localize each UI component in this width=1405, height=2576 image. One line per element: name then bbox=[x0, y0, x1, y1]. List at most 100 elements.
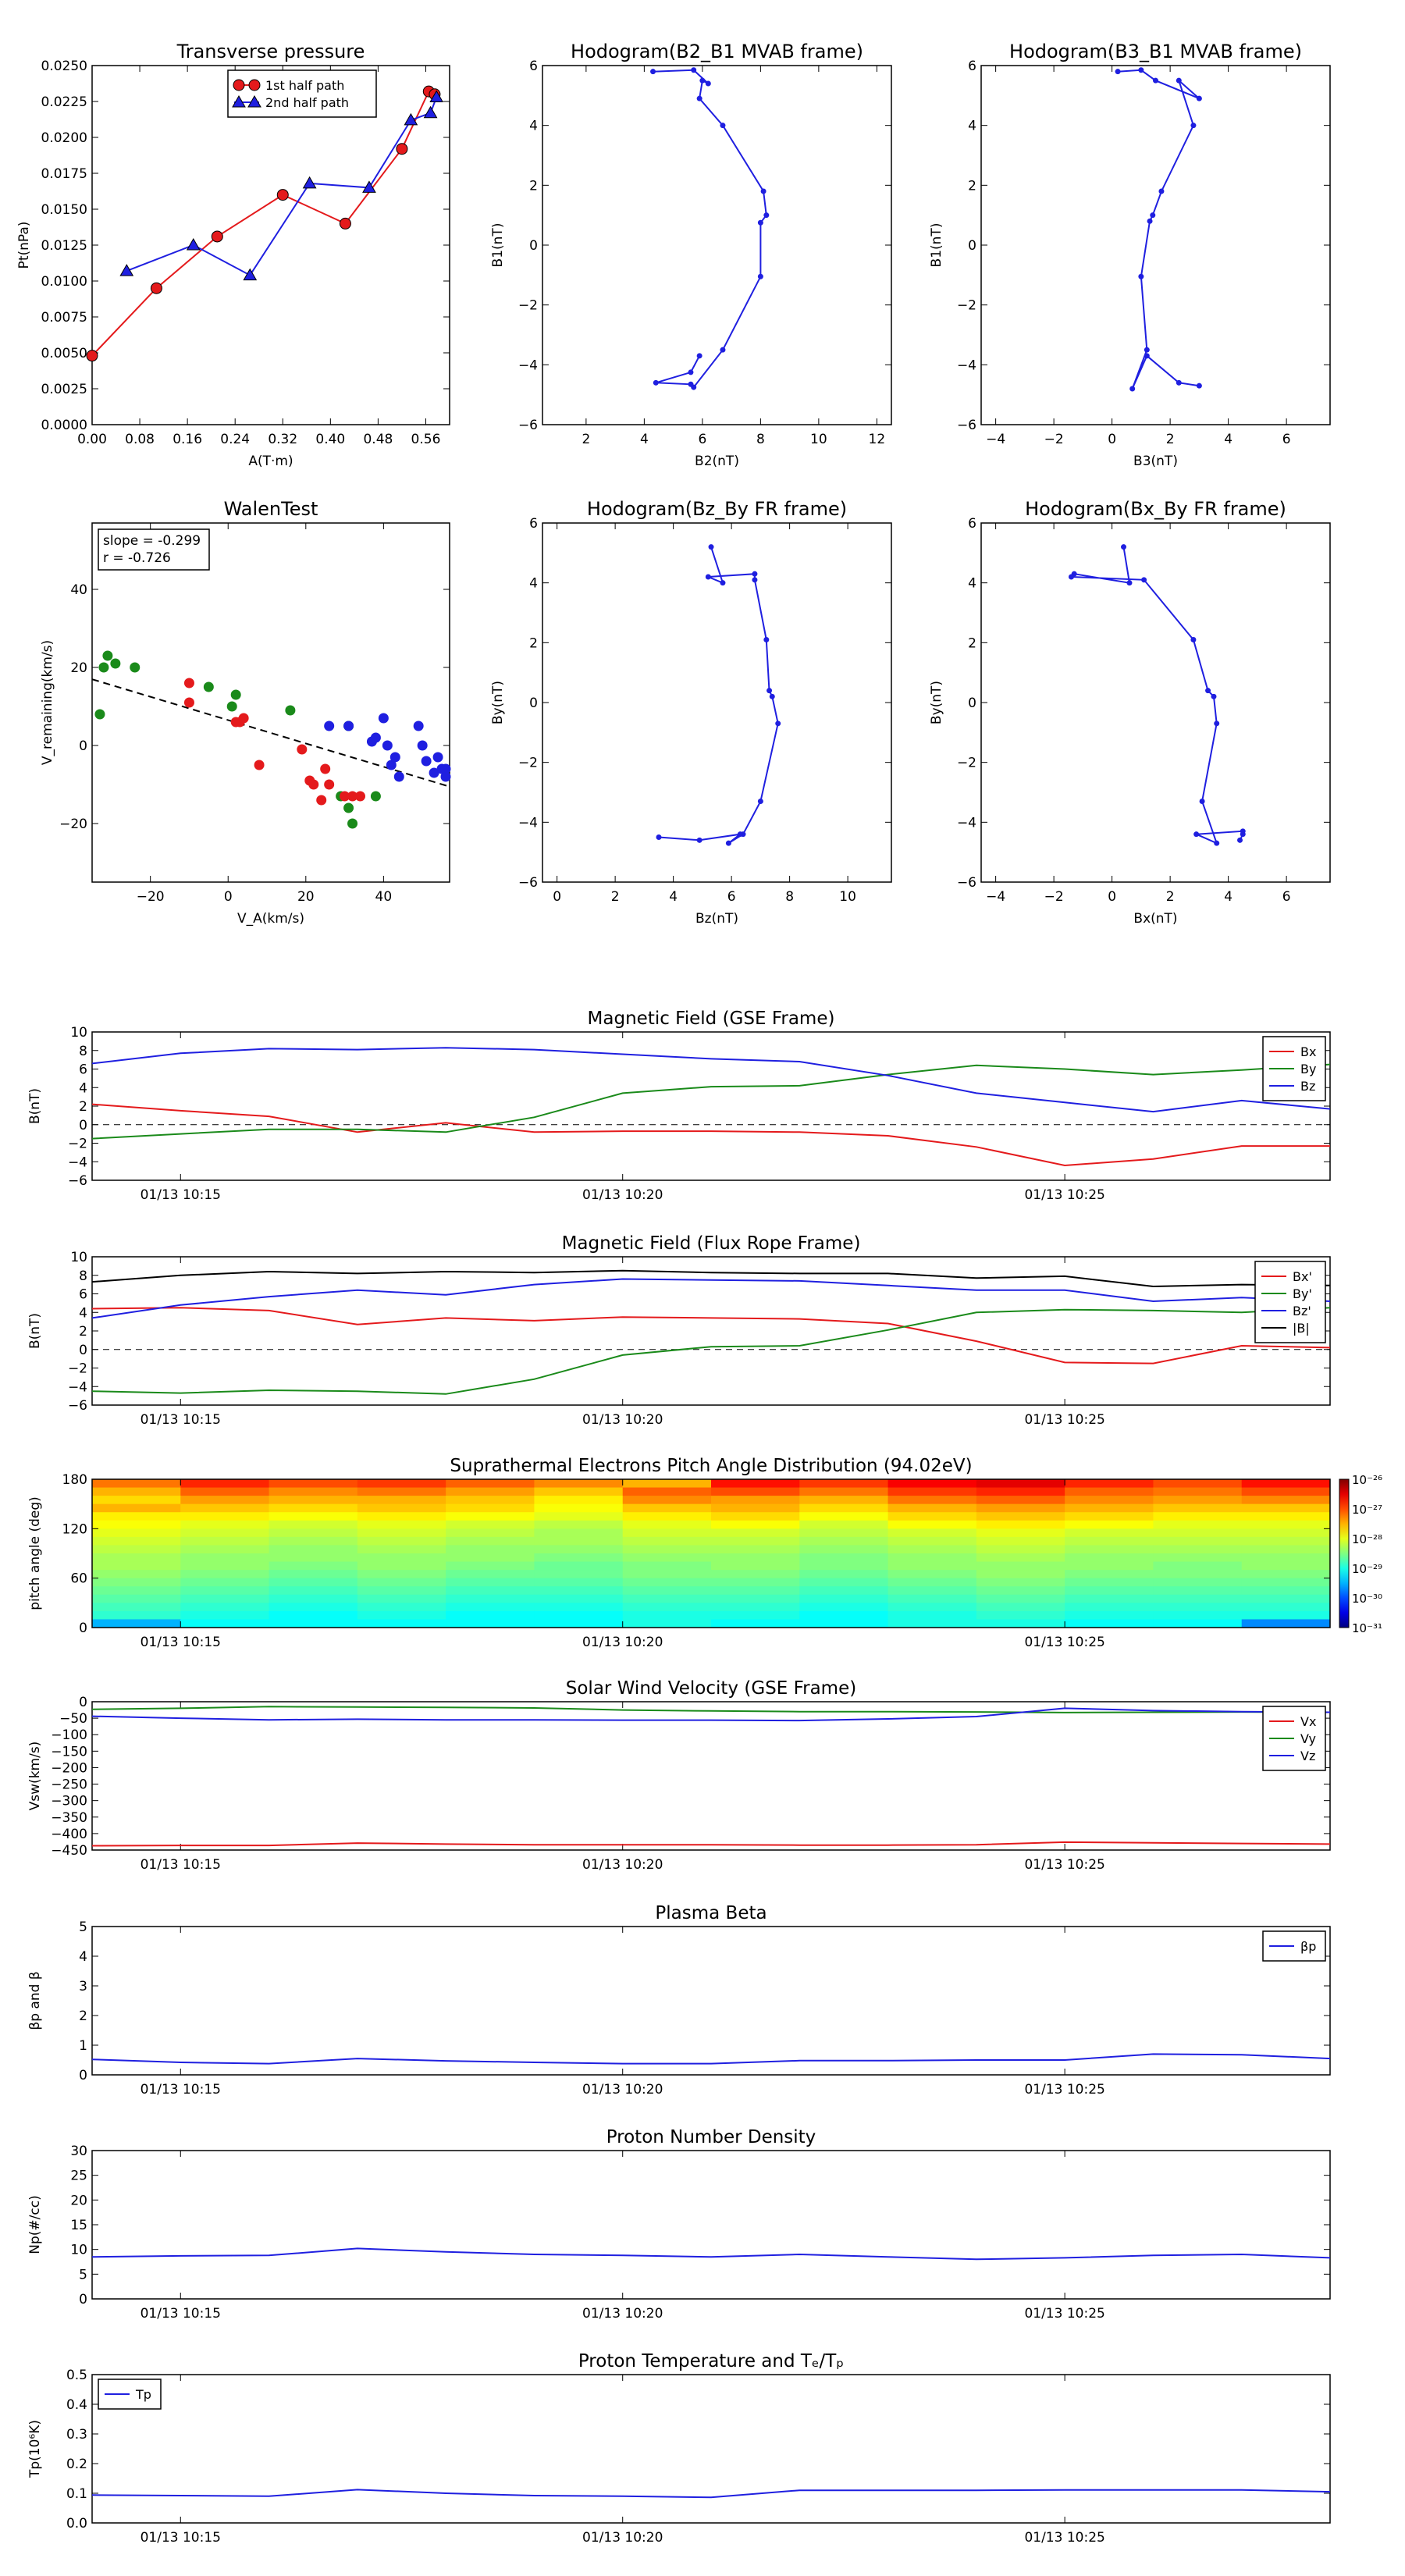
data-point bbox=[696, 837, 702, 843]
heatmap-cell bbox=[976, 1603, 1065, 1612]
heatmap-cell bbox=[1153, 1570, 1243, 1579]
data-point bbox=[696, 95, 702, 101]
x-tick-label: 12 bbox=[869, 432, 886, 447]
heatmap-cell bbox=[799, 1553, 889, 1563]
y-axis-label: Np(#/cc) bbox=[27, 2195, 43, 2254]
heatmap-cell bbox=[711, 1570, 800, 1579]
heatmap-cell bbox=[180, 1594, 270, 1603]
y-axis-label: V_remaining(km/s) bbox=[40, 640, 55, 765]
data-point bbox=[413, 720, 424, 731]
y-tick-label: 0.0200 bbox=[41, 130, 87, 146]
y-tick-label: −2 bbox=[957, 756, 976, 771]
data-point bbox=[421, 756, 432, 767]
heatmap-cell bbox=[269, 1594, 358, 1603]
heatmap-cell bbox=[269, 1619, 358, 1628]
x-tick-label: 0 bbox=[224, 889, 233, 905]
series-line bbox=[92, 2053, 1330, 2065]
data-point bbox=[720, 123, 726, 129]
heatmap-cell bbox=[711, 1553, 800, 1563]
heatmap-cell bbox=[357, 1512, 446, 1521]
data-point bbox=[1138, 67, 1144, 73]
heatmap-cell bbox=[180, 1520, 270, 1529]
data-point bbox=[150, 282, 162, 294]
x-tick-label: −2 bbox=[1044, 889, 1064, 905]
heatmap-cell bbox=[887, 1496, 977, 1505]
heatmap-cell bbox=[1241, 1487, 1331, 1496]
chart-title: Magnetic Field (Flux Rope Frame) bbox=[562, 1233, 861, 1254]
heatmap-cell bbox=[711, 1503, 800, 1513]
heatmap-cell bbox=[1241, 1561, 1331, 1571]
heatmap-cell bbox=[1241, 1545, 1331, 1554]
data-point bbox=[653, 379, 659, 386]
x-tick-label: 01/13 10:15 bbox=[140, 1635, 221, 1650]
y-axis-label: B1(nT) bbox=[929, 223, 944, 268]
data-point bbox=[1144, 353, 1150, 359]
heatmap-cell bbox=[799, 1594, 889, 1603]
plot-frame bbox=[91, 1031, 1331, 1181]
heatmap-cell bbox=[1241, 1520, 1331, 1529]
heatmap-cell bbox=[887, 1487, 977, 1496]
heatmap-cell bbox=[887, 1603, 977, 1612]
x-tick-label: 01/13 10:25 bbox=[1024, 2306, 1104, 2322]
heatmap-cell bbox=[1153, 1619, 1243, 1628]
heatmap-cell bbox=[799, 1619, 889, 1628]
data-point bbox=[1176, 77, 1182, 84]
heatmap-cell bbox=[799, 1487, 889, 1496]
data-point bbox=[1196, 95, 1202, 101]
data-point bbox=[1121, 544, 1127, 550]
heatmap-cell bbox=[357, 1561, 446, 1571]
data-point bbox=[1190, 637, 1197, 642]
heatmap-cell bbox=[1065, 1545, 1154, 1554]
heatmap-cell bbox=[887, 1610, 977, 1620]
y-tick-label: 0.0250 bbox=[41, 59, 87, 74]
heatmap-cell bbox=[711, 1487, 800, 1496]
heatmap-cell bbox=[1241, 1512, 1331, 1521]
series-line bbox=[92, 1307, 1330, 1364]
data-point bbox=[297, 744, 308, 755]
heatmap-cell bbox=[799, 1610, 889, 1620]
heatmap-cell bbox=[976, 1545, 1065, 1554]
heatmap-cell bbox=[622, 1578, 712, 1587]
heatmap-cell bbox=[622, 1570, 712, 1579]
y-tick-label: 0 bbox=[79, 738, 87, 754]
data-point bbox=[355, 791, 365, 802]
heatmap-cell bbox=[180, 1603, 270, 1612]
heatmap-cell bbox=[180, 1496, 270, 1505]
data-point bbox=[1153, 77, 1158, 84]
y-tick-label: −2 bbox=[957, 298, 976, 314]
heatmap-cell bbox=[534, 1594, 624, 1603]
data-point bbox=[183, 697, 194, 708]
heatmap-cell bbox=[1065, 1520, 1154, 1529]
heatmap-cell bbox=[1153, 1512, 1243, 1521]
y-tick-label: −6 bbox=[518, 418, 538, 433]
chart-title: Plasma Beta bbox=[655, 1903, 767, 1923]
x-tick-label: 01/13 10:25 bbox=[1024, 2530, 1104, 2546]
heatmap-cell bbox=[1153, 1520, 1243, 1529]
heatmap-cell bbox=[711, 1561, 800, 1571]
y-tick-label: 4 bbox=[529, 119, 538, 134]
y-tick-label: −6 bbox=[518, 875, 538, 891]
legend-label: Bx bbox=[1300, 1044, 1316, 1059]
data-point bbox=[696, 353, 702, 359]
heatmap-cell bbox=[711, 1536, 800, 1546]
chart-h3: Hodogram(Bz_By FR frame) −6 −4 −2 0 2 4 6 0 2 4 6 8 1… bbox=[490, 498, 892, 927]
y-tick-label: 6 bbox=[968, 516, 976, 532]
heatmap-cell bbox=[887, 1479, 977, 1489]
y-tick-label: −2 bbox=[68, 1361, 87, 1377]
heatmap-cell bbox=[1241, 1528, 1331, 1538]
series-line bbox=[92, 2489, 1330, 2499]
x-tick-label: 01/13 10:20 bbox=[582, 2530, 663, 2546]
data-point bbox=[324, 779, 335, 790]
heatmap-cell bbox=[887, 1520, 977, 1529]
plot-frame bbox=[91, 522, 450, 883]
heatmap-cell bbox=[269, 1479, 358, 1489]
heatmap-cell bbox=[446, 1586, 535, 1596]
heatmap-cell bbox=[1153, 1487, 1243, 1496]
data-point bbox=[1199, 799, 1205, 804]
y-tick-label: 1 bbox=[79, 2038, 87, 2054]
data-point bbox=[230, 689, 241, 700]
y-tick-label: 2 bbox=[79, 1324, 87, 1340]
series-line bbox=[1069, 546, 1244, 845]
heatmap-cell bbox=[622, 1553, 712, 1563]
x-axis-label: B2(nT) bbox=[695, 454, 739, 469]
